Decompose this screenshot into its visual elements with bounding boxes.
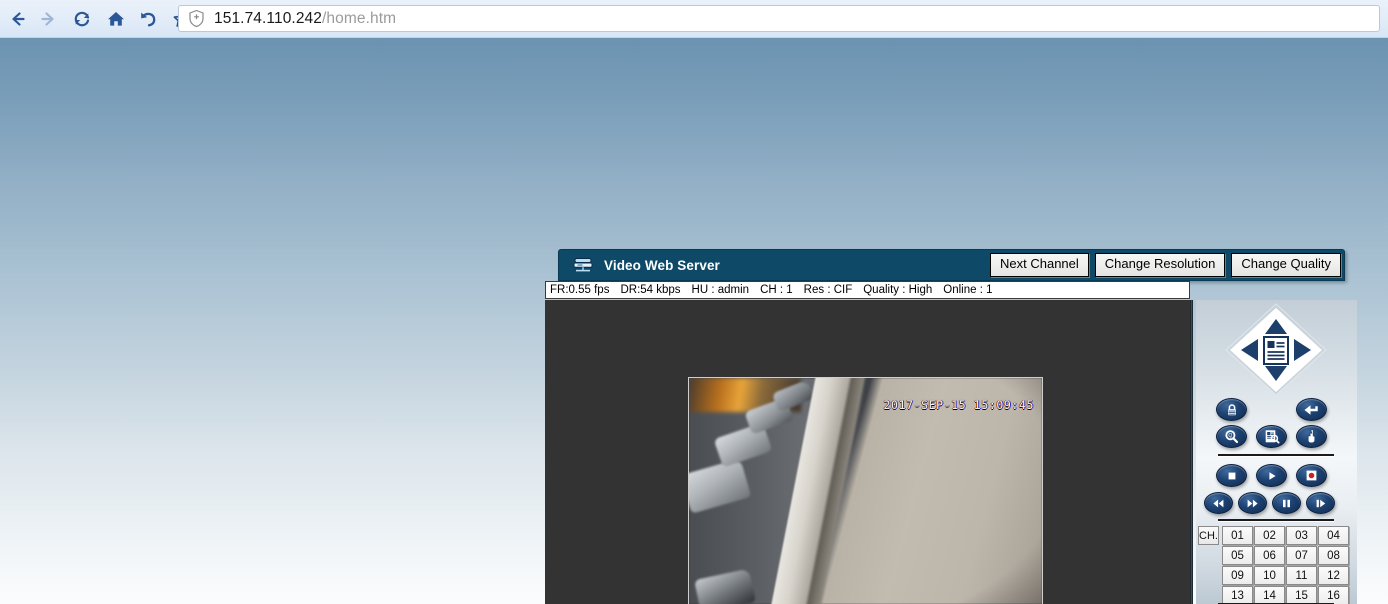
reload-button[interactable] [67, 4, 97, 34]
stream-status-bar: FR:0.55 fps DR:54 kbps HU : admin CH : 1… [545, 281, 1190, 299]
status-frame-rate: FR:0.55 fps [550, 284, 610, 296]
address-path: /home.htm [322, 9, 397, 27]
channel-grid: 01 02 03 04 05 06 07 08 09 10 11 12 13 1… [1222, 526, 1349, 604]
pause-icon [1283, 499, 1290, 507]
shield-icon [188, 9, 205, 28]
page-background: Video Web Server Next Channel Change Res… [0, 38, 1388, 604]
video-web-server-window: Video Web Server Next Channel Change Res… [545, 249, 1357, 604]
channel-button-04[interactable]: 04 [1318, 526, 1349, 545]
address-bar-text: 151.74.110.242/home.htm [214, 10, 396, 28]
panel-divider [1190, 300, 1193, 604]
video-frame[interactable]: 2017-SEP-15 15:09:45 [688, 377, 1043, 604]
fast-forward-button[interactable] [1238, 492, 1267, 514]
app-title: Video Web Server [604, 257, 720, 273]
control-panel: Q CH. 01 02 03 04 05 06 07 08 09 10 11 1… [1196, 300, 1357, 604]
stop-square-icon [1228, 472, 1235, 479]
channel-label: CH. [1198, 526, 1219, 545]
next-channel-button[interactable]: Next Channel [990, 253, 1089, 277]
change-quality-button[interactable]: Change Quality [1231, 253, 1341, 277]
zoom-button[interactable]: Q [1216, 425, 1247, 448]
channel-button-10[interactable]: 10 [1254, 566, 1285, 585]
channel-button-09[interactable]: 09 [1222, 566, 1253, 585]
status-resolution: Res : CIF [803, 284, 853, 296]
pointer-button[interactable] [1296, 425, 1327, 448]
channel-button-07[interactable]: 07 [1286, 546, 1317, 565]
play-button[interactable] [1256, 464, 1287, 487]
address-bar[interactable]: 151.74.110.242/home.htm [178, 5, 1380, 32]
menu-document-icon [1263, 336, 1289, 365]
app-header: Video Web Server Next Channel Change Res… [558, 249, 1345, 281]
status-online: Online : 1 [943, 284, 993, 296]
document-search-icon [1265, 430, 1280, 444]
play-triangle-icon [1268, 471, 1276, 480]
record-dot-icon [1306, 470, 1317, 481]
search-log-button[interactable] [1256, 425, 1287, 448]
record-button[interactable] [1296, 464, 1327, 487]
video-timestamp-overlay: 2017-SEP-15 15:09:45 [883, 398, 1034, 412]
enter-arrow-icon [1304, 404, 1318, 415]
status-channel: CH : 1 [760, 284, 793, 296]
magnifier-icon: Q [1225, 430, 1239, 444]
status-quality: Quality : High [863, 284, 933, 296]
browser-toolbar: 151.74.110.242/home.htm [0, 0, 1388, 38]
undo-button[interactable] [133, 4, 163, 34]
video-server-icon [572, 256, 594, 274]
channel-button-16[interactable]: 16 [1318, 586, 1349, 604]
address-host: 151.74.110.242 [214, 9, 322, 27]
rewind-icon [1213, 499, 1224, 507]
channel-button-14[interactable]: 14 [1254, 586, 1285, 604]
pointing-hand-icon [1307, 429, 1315, 444]
channel-button-11[interactable]: 11 [1286, 566, 1317, 585]
stop-button[interactable] [1216, 464, 1247, 487]
lock-icon [1227, 403, 1236, 415]
home-button[interactable] [101, 4, 131, 34]
app-header-buttons: Next Channel Change Resolution Change Qu… [990, 253, 1341, 277]
channel-button-01[interactable]: 01 [1222, 526, 1253, 545]
channel-button-15[interactable]: 15 [1286, 586, 1317, 604]
rewind-button[interactable] [1204, 492, 1233, 514]
dpad-control[interactable] [1223, 303, 1329, 397]
enter-button[interactable] [1296, 398, 1327, 421]
fast-forward-icon [1247, 499, 1258, 507]
lock-button[interactable] [1216, 398, 1247, 421]
channel-button-05[interactable]: 05 [1222, 546, 1253, 565]
channel-button-02[interactable]: 02 [1254, 526, 1285, 545]
app-main: FR:0.55 fps DR:54 kbps HU : admin CH : 1… [545, 281, 1357, 604]
channel-button-08[interactable]: 08 [1318, 546, 1349, 565]
video-viewport[interactable]: 2017-SEP-15 15:09:45 [545, 300, 1190, 604]
step-frame-icon [1316, 499, 1325, 507]
panel-divider-rule [1218, 454, 1334, 457]
channel-button-06[interactable]: 06 [1254, 546, 1285, 565]
pause-button[interactable] [1272, 492, 1301, 514]
channel-selector: CH. 01 02 03 04 05 06 07 08 09 10 11 12 [1198, 526, 1355, 604]
svg-text:Q: Q [1228, 433, 1232, 439]
channel-button-13[interactable]: 13 [1222, 586, 1253, 604]
panel-divider-rule [1218, 519, 1334, 522]
status-host-user: HU : admin [691, 284, 750, 296]
forward-button[interactable] [33, 4, 63, 34]
channel-button-12[interactable]: 12 [1318, 566, 1349, 585]
change-resolution-button[interactable]: Change Resolution [1094, 253, 1226, 277]
step-frame-button[interactable] [1306, 492, 1335, 514]
back-button[interactable] [3, 4, 33, 34]
channel-button-03[interactable]: 03 [1286, 526, 1317, 545]
status-data-rate: DR:54 kbps [620, 284, 681, 296]
